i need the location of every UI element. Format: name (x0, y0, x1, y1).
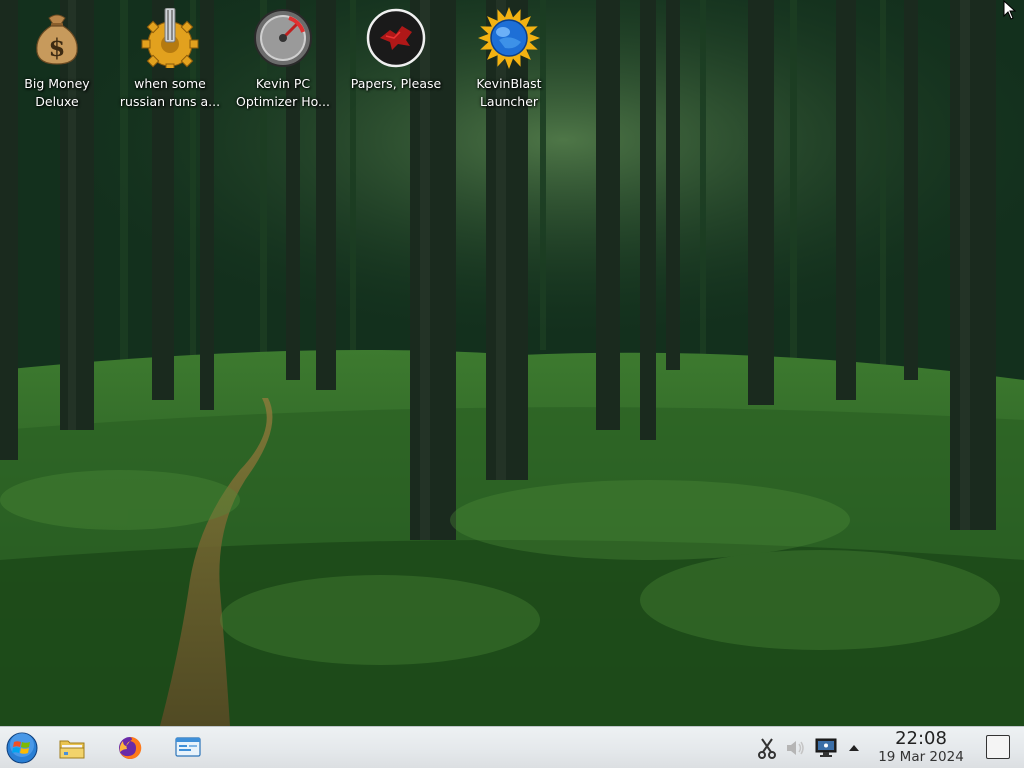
desktop-icon-big-money-deluxe[interactable]: $ Big Money Deluxe (2, 6, 112, 116)
tray-clipboard[interactable] (755, 736, 779, 760)
monitor-window-icon (175, 737, 201, 757)
clock[interactable]: 22:08 19 Mar 2024 (868, 729, 974, 766)
folder-icon (59, 740, 85, 759)
desktop-icon-label: Kevin PC Optimizer Ho... (236, 76, 330, 109)
tray-network[interactable] (814, 736, 838, 760)
taskbar: 22:08 19 Mar 2024 (0, 726, 1024, 768)
desktop-icon-label: Big Money Deluxe (24, 76, 90, 109)
clock-time: 22:08 (895, 728, 947, 749)
network-monitor-icon (815, 738, 837, 757)
speaker-muted-icon (787, 741, 804, 755)
show-desktop-button[interactable] (986, 735, 1010, 759)
desktop[interactable]: $ Big Money Deluxe when some russian run… (0, 0, 1024, 726)
gear-icon (138, 6, 202, 70)
taskbar-firefox[interactable] (112, 732, 148, 764)
taskbar-system-monitor[interactable] (170, 732, 206, 764)
speedometer-icon (251, 6, 315, 70)
sun-globe-icon (477, 6, 541, 70)
desktop-icon-label: when some russian runs a... (119, 76, 221, 109)
start-menu-button[interactable] (4, 732, 40, 764)
desktop-icon-label: Papers, Please (350, 76, 442, 91)
taskbar-file-manager[interactable] (54, 732, 90, 764)
desktop-icon-label: KevinBlast Launcher (476, 76, 542, 109)
desktop-icon-kevinblast-launcher[interactable]: KevinBlast Launcher (454, 6, 564, 116)
firefox-icon (119, 736, 142, 759)
tray-expand-button[interactable] (842, 736, 866, 760)
desktop-icon-kevin-pc-optimizer[interactable]: Kevin PC Optimizer Ho... (228, 6, 338, 116)
svg-text:$: $ (49, 33, 66, 62)
up-arrow-icon (849, 745, 859, 751)
mouse-cursor-icon (1003, 0, 1017, 20)
tray-volume[interactable] (784, 736, 808, 760)
windows-orb-icon (6, 732, 38, 764)
desktop-icon-when-some-russian[interactable]: when some russian runs a... (115, 6, 225, 116)
desktop-icon-papers-please[interactable]: Papers, Please (341, 6, 451, 116)
clock-date: 19 Mar 2024 (878, 749, 964, 765)
scissors-icon (758, 738, 776, 759)
eagle-emblem-icon (364, 6, 428, 70)
money-bag-icon: $ (25, 6, 89, 70)
